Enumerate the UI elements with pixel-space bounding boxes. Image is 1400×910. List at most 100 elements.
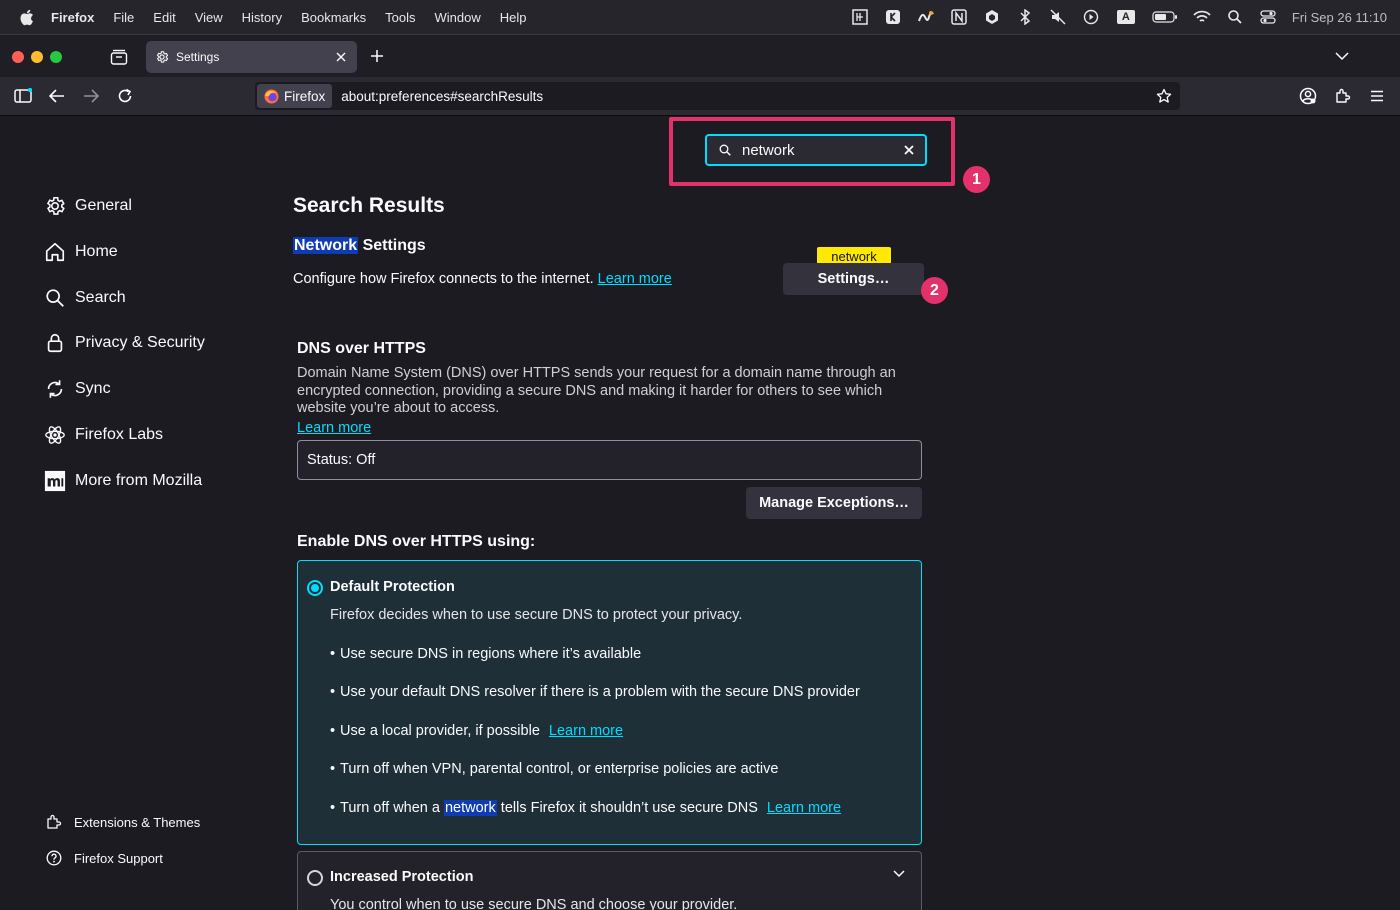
notion-icon[interactable] bbox=[950, 8, 968, 26]
mozilla-icon bbox=[43, 469, 67, 493]
identity-label: Firefox bbox=[284, 88, 326, 104]
sidebar-item-sync[interactable]: Sync bbox=[43, 377, 111, 401]
window-close-button[interactable] bbox=[12, 51, 24, 63]
settings-search-field[interactable] bbox=[705, 134, 927, 166]
list-item: Use secure DNS in regions where it’s ava… bbox=[330, 646, 641, 662]
menu-history[interactable]: History bbox=[242, 10, 282, 25]
bluetooth-icon[interactable] bbox=[1016, 8, 1034, 26]
firefox-view-icon[interactable] bbox=[108, 46, 130, 68]
home-icon bbox=[43, 240, 67, 264]
play-icon[interactable] bbox=[1082, 8, 1100, 26]
url-text[interactable]: about:preferences#searchResults bbox=[341, 89, 1154, 104]
account-icon[interactable] bbox=[1297, 85, 1319, 107]
menu-file[interactable]: File bbox=[113, 10, 134, 25]
page-title: Search Results bbox=[293, 194, 445, 217]
local-provider-learn-more-link[interactable]: Learn more bbox=[549, 723, 623, 739]
sidebar-item-home[interactable]: Home bbox=[43, 240, 118, 264]
puzzle-icon bbox=[45, 813, 63, 831]
sidebar-item-more-from-mozilla[interactable]: More from Mozilla bbox=[43, 469, 202, 493]
enable-dns-heading: Enable DNS over HTTPS using: bbox=[297, 533, 536, 550]
apple-menu-icon[interactable] bbox=[17, 8, 35, 26]
lock-icon bbox=[43, 331, 67, 355]
sync-icon bbox=[43, 377, 67, 401]
search-icon bbox=[43, 286, 67, 310]
k-app-icon[interactable] bbox=[884, 8, 902, 26]
cube-app-icon[interactable] bbox=[983, 8, 1001, 26]
dns-learn-more-link[interactable]: Learn more bbox=[297, 420, 371, 438]
hamburger-menu-icon[interactable] bbox=[1366, 85, 1388, 107]
wifi-icon[interactable] bbox=[1193, 8, 1211, 26]
default-protection-title: Default Protection bbox=[330, 579, 455, 595]
navigation-toolbar: Firefox about:preferences#searchResults bbox=[0, 77, 1400, 116]
sidebar-footer-label: Extensions & Themes bbox=[74, 814, 201, 830]
new-tab-button[interactable] bbox=[367, 46, 387, 66]
menu-tools[interactable]: Tools bbox=[385, 10, 415, 25]
menu-bar-status-area: A Fri Sep 26 11:10 bbox=[851, 0, 1400, 34]
mute-icon[interactable] bbox=[1049, 8, 1067, 26]
list-item: Use your default DNS resolver if there i… bbox=[330, 684, 860, 700]
chevron-down-icon[interactable] bbox=[891, 866, 907, 882]
search-match-highlight: Network bbox=[293, 237, 359, 254]
extensions-puzzle-icon[interactable] bbox=[1332, 85, 1354, 107]
network-settings-button[interactable]: Settings… bbox=[783, 263, 924, 295]
list-item-text: tells Firefox it shouldn’t use secure DN… bbox=[496, 800, 758, 816]
list-all-tabs-chevron-icon[interactable] bbox=[1332, 46, 1352, 66]
increased-protection-title: Increased Protection bbox=[330, 869, 474, 885]
window-zoom-button[interactable] bbox=[50, 51, 62, 63]
network-learn-more-link[interactable]: Learn more bbox=[598, 271, 672, 287]
tab-bar: Settings bbox=[0, 34, 1400, 77]
menu-edit[interactable]: Edit bbox=[153, 10, 175, 25]
battery-icon[interactable] bbox=[1152, 8, 1178, 26]
heading-rest: Settings bbox=[358, 237, 426, 254]
sidebar-toggle-icon[interactable] bbox=[12, 85, 34, 107]
scribble-app-icon[interactable] bbox=[917, 8, 935, 26]
sidebar-item-firefox-labs[interactable]: Firefox Labs bbox=[43, 423, 163, 447]
search-input[interactable] bbox=[742, 141, 901, 159]
sidebar-item-label: More from Mozilla bbox=[75, 472, 203, 489]
list-item: Turn off when VPN, parental control, or … bbox=[330, 761, 778, 777]
grid-app-icon[interactable] bbox=[851, 8, 869, 26]
identity-box[interactable]: Firefox bbox=[257, 84, 333, 108]
menu-bookmarks[interactable]: Bookmarks bbox=[301, 10, 366, 25]
manage-exceptions-button[interactable]: Manage Exceptions… bbox=[746, 487, 922, 519]
menu-window[interactable]: Window bbox=[435, 10, 481, 25]
increased-protection-option[interactable]: Increased Protection You control when to… bbox=[297, 851, 922, 910]
tab-settings[interactable]: Settings bbox=[146, 41, 357, 73]
sidebar-item-search[interactable]: Search bbox=[43, 286, 126, 310]
tab-title: Settings bbox=[176, 50, 220, 64]
sidebar-item-label: General bbox=[75, 197, 132, 214]
spotlight-icon[interactable] bbox=[1226, 8, 1244, 26]
control-center-icon[interactable] bbox=[1259, 8, 1277, 26]
sidebar-item-privacy-security[interactable]: Privacy & Security bbox=[43, 331, 205, 355]
bookmark-star-icon[interactable] bbox=[1154, 86, 1174, 106]
atom-icon bbox=[43, 423, 67, 447]
help-icon bbox=[45, 849, 63, 867]
reload-icon[interactable] bbox=[114, 85, 136, 107]
sidebar-item-general[interactable]: General bbox=[43, 194, 132, 218]
default-protection-radio[interactable] bbox=[307, 580, 323, 596]
menu-view[interactable]: View bbox=[195, 10, 223, 25]
gear-icon bbox=[43, 194, 67, 218]
sidebar-extensions-themes-link[interactable]: Extensions & Themes bbox=[45, 813, 200, 831]
network-canary-learn-more-link[interactable]: Learn more bbox=[767, 800, 841, 816]
menu-help[interactable]: Help bbox=[500, 10, 527, 25]
back-arrow-icon[interactable] bbox=[46, 85, 68, 107]
sidebar-firefox-support-link[interactable]: Firefox Support bbox=[45, 849, 163, 867]
default-protection-option[interactable]: Default Protection Firefox decides when … bbox=[297, 560, 922, 845]
forward-arrow-icon[interactable] bbox=[80, 85, 102, 107]
menu-firefox[interactable]: Firefox bbox=[51, 10, 94, 25]
increased-protection-radio[interactable] bbox=[307, 870, 323, 886]
network-settings-heading: Network Settings bbox=[293, 237, 426, 255]
firefox-logo-icon bbox=[264, 89, 279, 103]
gear-icon bbox=[154, 49, 170, 65]
address-bar[interactable]: Firefox about:preferences#searchResults bbox=[255, 82, 1180, 110]
increased-protection-description: You control when to use secure DNS and c… bbox=[330, 897, 738, 910]
close-icon[interactable] bbox=[333, 49, 349, 65]
menu-bar-clock[interactable]: Fri Sep 26 11:10 bbox=[1292, 10, 1387, 25]
window-minimize-button[interactable] bbox=[31, 51, 43, 63]
network-description: Configure how Firefox connects to the in… bbox=[293, 271, 672, 287]
sidebar-footer-label: Firefox Support bbox=[74, 850, 163, 866]
clear-search-icon[interactable] bbox=[901, 142, 917, 158]
keyboard-input-icon[interactable]: A bbox=[1115, 8, 1137, 26]
sidebar-item-label: Search bbox=[75, 289, 126, 306]
